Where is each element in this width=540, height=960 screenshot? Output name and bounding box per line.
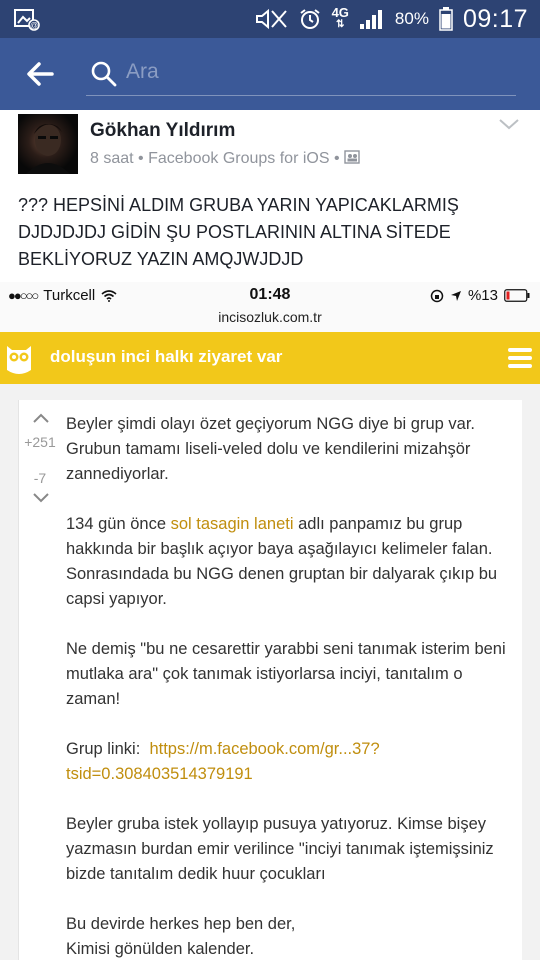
- ios-battery-icon: [504, 289, 530, 302]
- search-placeholder: Ara: [126, 60, 159, 83]
- entry-text-span: 134 gün önce: [66, 515, 171, 533]
- user-link[interactable]: sol tasagin laneti: [171, 515, 294, 533]
- mute-icon: [255, 8, 287, 30]
- hamburger-menu-icon[interactable]: [508, 346, 532, 370]
- entry-text: Beyler şimdi olayı özet geçiyorum NGG di…: [66, 412, 518, 960]
- app-header: Ara: [0, 38, 540, 110]
- group-link-label: Grup linki:: [66, 740, 150, 758]
- feed-post: Gökhan Yıldırım 8 saat • Facebook Groups…: [0, 110, 540, 960]
- browser-url: incisozluk.com.tr: [218, 309, 322, 325]
- data-arrows-icon: ⇅: [336, 19, 345, 30]
- poem-line: Bu devirde herkes hep ben der,: [66, 915, 296, 933]
- meta-separator: •: [138, 150, 144, 167]
- avatar[interactable]: [18, 114, 78, 174]
- site-header: doluşun inci halkı ziyaret var: [0, 332, 540, 384]
- battery-icon: [439, 7, 453, 31]
- entry-area: +251 -7 Beyler şimdi olayı özet geçiyoru…: [0, 384, 540, 960]
- post-meta: 8 saat • Facebook Groups for iOS •: [90, 150, 360, 168]
- notification-icon: @: [14, 9, 40, 31]
- alarm-icon: [299, 9, 320, 29]
- group-privacy-icon: [344, 150, 360, 164]
- downvote-count: -7: [33, 470, 47, 486]
- network-indicator: 4G ⇅: [331, 5, 349, 31]
- meta-separator: •: [333, 150, 340, 167]
- ios-status-right: %13: [430, 287, 530, 304]
- location-icon: [450, 290, 461, 301]
- owl-logo-icon[interactable]: [4, 340, 34, 376]
- svg-text:@: @: [30, 21, 38, 30]
- poem-line: Kimisi gönülden kalender.: [66, 940, 255, 958]
- entry-paragraph: Beyler gruba istek yollayıp pusuya yatıy…: [66, 815, 494, 883]
- search-icon: [91, 61, 117, 87]
- network-label: 4G: [331, 5, 349, 20]
- entry-paragraph: Beyler şimdi olayı özet geçiyorum NGG di…: [66, 415, 475, 483]
- attached-screenshot[interactable]: ●●○○○ Turkcell 01:48 incisozluk.com.tr %…: [0, 282, 540, 960]
- entry-paragraph: Bu devirde herkes hep ben der, Kimisi gön…: [66, 912, 518, 960]
- post-source: Facebook Groups for iOS: [148, 150, 330, 167]
- clock: 09:17: [462, 4, 528, 33]
- status-bar: @ 4G ⇅ 80% 09:17: [0, 0, 540, 38]
- chevron-down-icon[interactable]: [498, 116, 520, 132]
- entry-card: +251 -7 Beyler şimdi olayı özet geçiyoru…: [18, 400, 522, 960]
- post-text: ??? HEPSİNİ ALDIM GRUBA YARIN YAPICAKLAR…: [18, 195, 459, 269]
- signal-icon: [359, 10, 382, 29]
- post-time[interactable]: 8 saat: [90, 150, 134, 167]
- battery-percent: 80%: [394, 9, 429, 28]
- ios-status-bar: ●●○○○ Turkcell 01:48 incisozluk.com.tr %…: [0, 282, 540, 332]
- ios-battery-percent: %13: [467, 287, 498, 304]
- upvote-arrow-icon[interactable]: [33, 412, 49, 424]
- rotation-lock-icon: [430, 289, 444, 302]
- entry-paragraph: 134 gün önce sol tasagin laneti adlı pan…: [66, 512, 518, 612]
- entry-paragraph: Grup linki: https://m.facebook.com/gr...…: [66, 737, 518, 787]
- post-author[interactable]: Gökhan Yıldırım: [90, 120, 235, 142]
- downvote-arrow-icon[interactable]: [33, 492, 49, 504]
- back-arrow-icon[interactable]: [22, 56, 58, 92]
- upvote-count: +251: [24, 434, 56, 450]
- profile-photo: [26, 124, 70, 174]
- site-header-title: doluşun inci halkı ziyaret var: [50, 347, 283, 366]
- entry-paragraph: Ne demiş "bu ne cesarettir yarabbi seni …: [66, 640, 506, 708]
